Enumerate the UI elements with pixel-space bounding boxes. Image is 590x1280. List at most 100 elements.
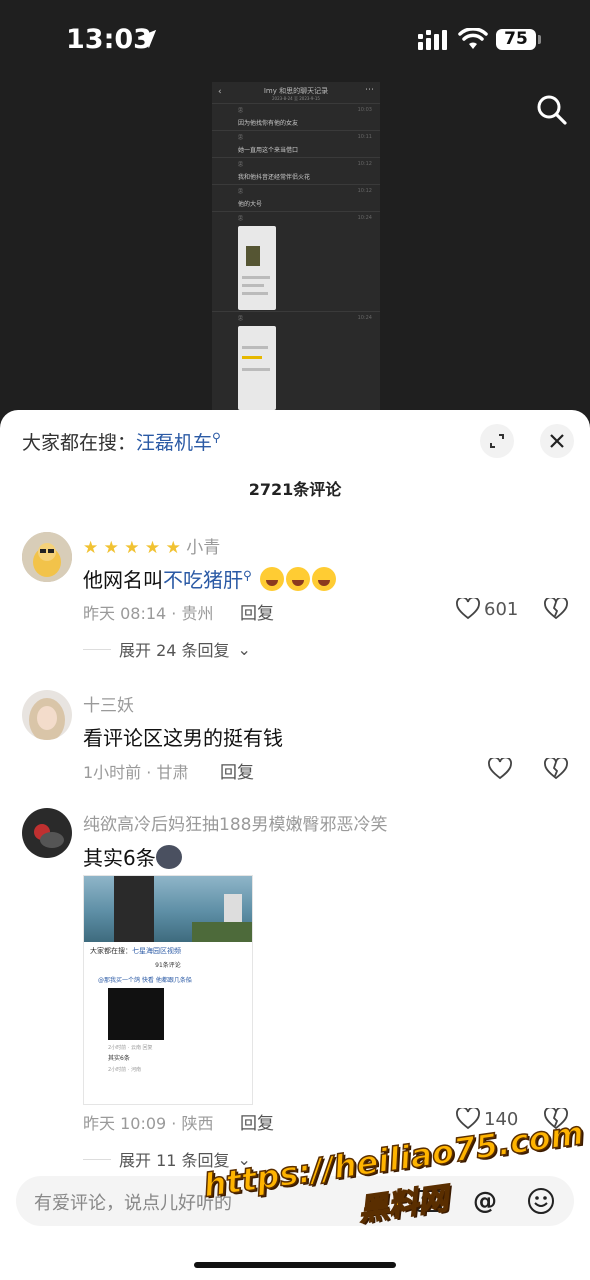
- status-bar: 13:03 75: [0, 0, 590, 80]
- screen: 13:03 75 ‹ Imy 和思的聊天记录 2023-8-24 至 2023-…: [0, 0, 590, 1280]
- hot-search[interactable]: 大家都在搜：汪磊机车⚲: [22, 428, 221, 455]
- chat-row-name: 思: [238, 216, 244, 222]
- avatar[interactable]: [22, 690, 72, 740]
- chat-row-text: 我和他抖音还经常伴侣火花: [238, 174, 311, 181]
- search-small-icon: ⚲: [212, 430, 221, 445]
- comment-meta: 昨天 08:14 · 贵州: [83, 604, 214, 623]
- avatar[interactable]: [22, 808, 72, 858]
- comment-text-body: 其实6条: [83, 846, 156, 870]
- chat-record-subtitle: 2023-8-24 至 2023-9-15: [272, 96, 320, 101]
- embed-comment: @那我买一个鸽 快看 他都跟几条船: [98, 977, 192, 984]
- chat-row: 思 我和他抖音还经常伴侣火花 10:12: [212, 158, 380, 185]
- reply-button[interactable]: 回复: [240, 1109, 274, 1134]
- comment-input-placeholder: 有爱评论，说点儿好听的: [34, 1193, 232, 1214]
- expand-icon: [490, 434, 504, 448]
- like-button[interactable]: 601: [456, 598, 518, 620]
- chat-row-time: 10:03: [357, 107, 372, 113]
- laugh-cry-emoji-icon: [286, 567, 311, 591]
- reply-button[interactable]: 回复: [220, 758, 254, 783]
- cellular-signal-icon: [418, 30, 447, 50]
- image-line: [242, 356, 262, 359]
- chat-row-text: 她一直用这个来当借口: [238, 147, 299, 154]
- comment-username[interactable]: 纯欲高冷后妈狂抽188男模嫩臀邪恶冷笑: [83, 810, 387, 835]
- image-line: [242, 346, 268, 349]
- divider: [83, 1158, 111, 1160]
- expand-replies[interactable]: 展开 24 条回复 ⌄: [83, 637, 251, 661]
- location-arrow-icon: [137, 29, 157, 49]
- avatar-image: [22, 532, 72, 582]
- embed-photo: [84, 876, 252, 942]
- photo-shape: [192, 922, 252, 942]
- chat-row: 思 他的大号 10:12: [212, 185, 380, 212]
- username-text: 小青: [186, 538, 221, 558]
- comment-meta: 1小时前 · 甘肃: [83, 763, 189, 782]
- comment-username[interactable]: ★ ★ ★ ★ ★ 小青: [83, 533, 220, 558]
- search-icon[interactable]: [536, 94, 568, 126]
- comment-text-prefix: 他网名叫: [83, 568, 163, 592]
- embed-hot-prefix: 大家都在搜：: [90, 947, 132, 955]
- comment-username[interactable]: 十三妖: [83, 691, 134, 716]
- battery-indicator: 75: [496, 29, 536, 50]
- chat-row-time: 10:12: [357, 161, 372, 167]
- avatar-image: [22, 690, 72, 740]
- heart-icon[interactable]: [488, 758, 512, 780]
- embed-hot-search: 大家都在搜：七星海园区视频: [84, 942, 252, 960]
- chat-row-image: 思 10:24: [212, 212, 380, 312]
- like-count: 601: [484, 598, 519, 620]
- chat-row-time: 10:11: [357, 134, 372, 140]
- broken-heart-icon[interactable]: [544, 758, 568, 780]
- photo-shape: [114, 876, 154, 942]
- embed-count: 91条评论: [155, 962, 181, 969]
- chat-row-text: 因为他找你有他的女友: [238, 120, 299, 127]
- wifi-icon: [458, 28, 488, 49]
- embed-hot-keyword: 七星海园区视频: [132, 947, 181, 955]
- chat-row-image: 思 10:24: [212, 312, 380, 412]
- home-indicator[interactable]: [194, 1262, 396, 1268]
- embed-dark-image: [108, 988, 164, 1040]
- divider: [83, 648, 111, 650]
- chat-row: 思 因为他找你有他的女友 10:03: [212, 104, 380, 131]
- comment-text: 其实6条: [83, 842, 182, 871]
- close-icon: [550, 434, 564, 448]
- comment-image[interactable]: 大家都在搜：七星海园区视频 91条评论 @那我买一个鸽 快看 他都跟几条船 2小…: [83, 875, 253, 1105]
- image-line: [242, 292, 268, 295]
- back-chevron-icon: ‹: [218, 87, 222, 97]
- chat-image-thumbnail: [238, 326, 276, 410]
- embed-comment: 其实6条: [108, 1055, 130, 1062]
- chat-row-time: 10:12: [357, 188, 372, 194]
- chat-record-title: Imy 和思的聊天记录: [263, 87, 329, 95]
- comment-keyword-link[interactable]: 不吃猪肝: [163, 568, 243, 592]
- image-line: [242, 284, 264, 287]
- close-button[interactable]: [540, 424, 574, 458]
- chat-row-time: 10:24: [357, 215, 372, 221]
- broken-heart-icon[interactable]: [544, 598, 568, 620]
- image-line: [242, 368, 270, 371]
- laugh-cry-emoji-icon: [260, 567, 285, 591]
- reply-button[interactable]: 回复: [240, 599, 274, 624]
- bomb-emoji-icon: [155, 845, 182, 869]
- chat-image-thumbnail: [238, 226, 276, 310]
- video-preview[interactable]: ‹ Imy 和思的聊天记录 2023-8-24 至 2023-9-15 ⋯ 思 …: [212, 82, 380, 412]
- hot-search-keyword[interactable]: 汪磊机车: [136, 432, 212, 454]
- chat-row-text: 他的大号: [238, 201, 263, 208]
- expand-button[interactable]: [480, 424, 514, 458]
- chat-record-header: ‹ Imy 和思的聊天记录 2023-8-24 至 2023-9-15 ⋯: [212, 82, 380, 104]
- heart-icon: [456, 598, 480, 620]
- comment-count: 2721条评论: [248, 480, 342, 499]
- chat-row-name: 思: [238, 316, 244, 322]
- comment-text: 看评论区这男的挺有钱: [83, 726, 283, 750]
- avatar[interactable]: [22, 532, 72, 582]
- star-badge-icon: ★ ★ ★ ★ ★: [83, 538, 181, 558]
- comment-meta: 昨天 10:09 · 陕西: [83, 1114, 214, 1133]
- more-icon: ⋯: [365, 85, 374, 95]
- expand-replies-label: 展开 24 条回复: [119, 641, 230, 660]
- image-block: [246, 246, 260, 266]
- heart-icon: [456, 1108, 480, 1130]
- embed-meta: 2小时前 · 云南 回复: [108, 1045, 153, 1051]
- search-small-icon: ⚲: [243, 568, 252, 583]
- comment-text: 他网名叫不吃猪肝⚲: [83, 564, 337, 593]
- chat-row-time: 10:24: [357, 315, 372, 321]
- hot-search-prefix: 大家都在搜：: [22, 432, 137, 454]
- avatar-image: [22, 808, 72, 858]
- embed-meta: 2小时前 · 河南: [108, 1067, 141, 1073]
